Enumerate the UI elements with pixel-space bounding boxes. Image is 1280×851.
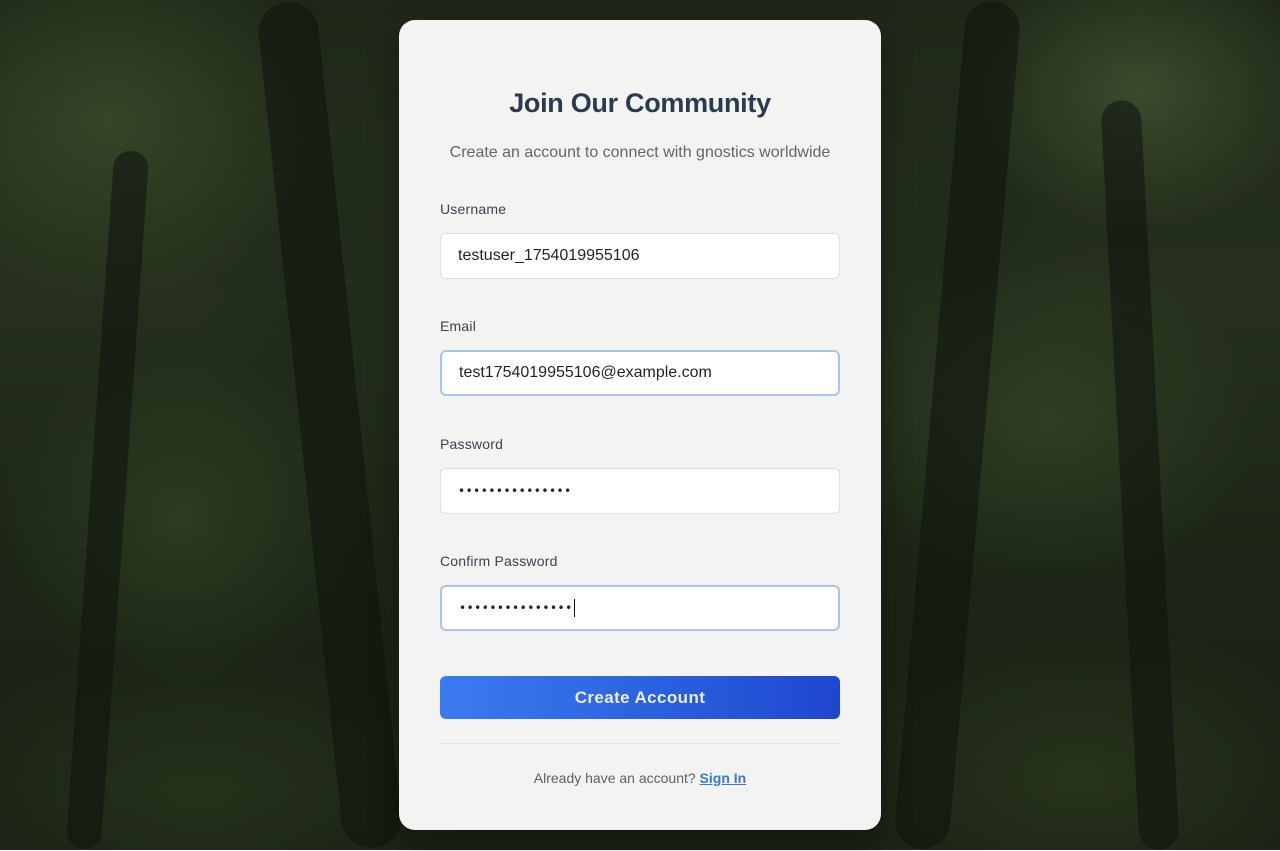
- signin-prompt-text: Already have an account?: [533, 770, 696, 786]
- email-label: Email: [440, 318, 477, 334]
- text-caret: [573, 599, 575, 617]
- email-input[interactable]: [440, 350, 840, 396]
- username-input[interactable]: [440, 233, 840, 279]
- signin-prompt: Already have an account? Sign In: [399, 770, 881, 786]
- create-account-button[interactable]: Create Account: [440, 676, 840, 719]
- signup-card: Join Our Community Create an account to …: [399, 20, 881, 830]
- password-masked-value: •••••••••••••••: [458, 484, 572, 498]
- confirm-password-input[interactable]: •••••••••••••••: [440, 585, 840, 631]
- confirm-password-masked-value: •••••••••••••••: [459, 601, 573, 615]
- background-tree-trunk: [255, 0, 405, 851]
- password-label: Password: [440, 436, 504, 452]
- background-tree-trunk: [893, 0, 1022, 851]
- background-tree-trunk: [65, 149, 150, 851]
- background-tree-trunk: [1100, 99, 1180, 851]
- divider: [440, 743, 840, 744]
- confirm-password-label: Confirm Password: [440, 553, 558, 569]
- password-input[interactable]: •••••••••••••••: [440, 468, 840, 514]
- page-subtitle: Create an account to connect with gnosti…: [449, 144, 831, 161]
- page-title: Join Our Community: [509, 88, 771, 118]
- username-label: Username: [440, 201, 507, 217]
- sign-in-link[interactable]: Sign In: [700, 770, 747, 786]
